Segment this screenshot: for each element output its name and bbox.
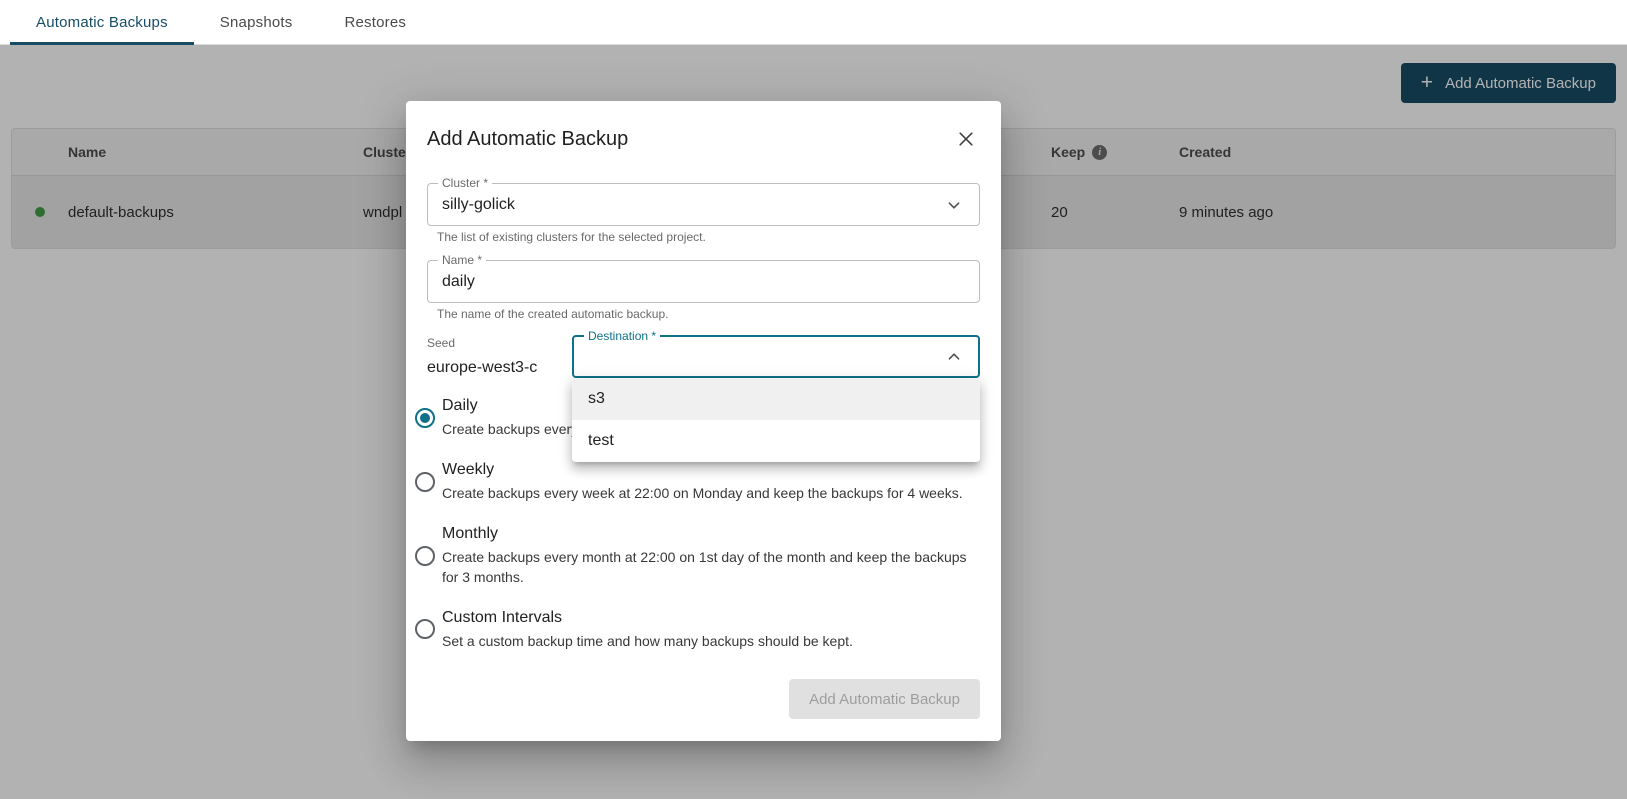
seed-value: europe-west3-c <box>427 359 572 377</box>
seed-label: Seed <box>427 336 572 350</box>
tab-snapshots[interactable]: Snapshots <box>194 0 319 44</box>
tab-label: Automatic Backups <box>36 14 168 31</box>
destination-options-menu: s3 test <box>572 378 980 462</box>
name-field[interactable]: Name * <box>427 260 980 303</box>
radio-text-block: Daily Create backups every <box>442 396 578 440</box>
name-helper-text: The name of the created automatic backup… <box>437 307 970 321</box>
radio-unselected-icon <box>415 619 435 639</box>
cluster-helper-text: The list of existing clusters for the se… <box>437 230 970 244</box>
radio-monthly-label: Monthly <box>442 524 980 544</box>
radio-weekly-label: Weekly <box>442 460 963 480</box>
radio-monthly[interactable]: Monthly Create backups every month at 22… <box>415 524 980 588</box>
tab-automatic-backups[interactable]: Automatic Backups <box>10 0 194 44</box>
tab-bar: Automatic Backups Snapshots Restores <box>0 0 1627 45</box>
destination-select-field[interactable]: Destination * <box>572 335 980 378</box>
add-automatic-backup-dialog: Add Automatic Backup Cluster * silly-gol… <box>406 101 1001 741</box>
cluster-select-field[interactable]: Cluster * silly-golick <box>427 183 980 226</box>
menu-option-s3[interactable]: s3 <box>572 378 980 420</box>
seed-destination-row: Seed europe-west3-c Destination * s3 tes… <box>427 335 980 378</box>
cluster-field-value: silly-golick <box>442 196 943 214</box>
radio-selected-icon <box>415 408 435 428</box>
tab-label: Restores <box>344 14 406 31</box>
dialog-title: Add Automatic Backup <box>427 125 628 153</box>
chevron-down-icon[interactable] <box>943 194 965 216</box>
dialog-header: Add Automatic Backup <box>427 125 980 153</box>
radio-custom-description: Set a custom backup time and how many ba… <box>442 632 853 652</box>
radio-custom-label: Custom Intervals <box>442 608 853 628</box>
chevron-up-icon[interactable] <box>943 346 965 368</box>
radio-daily-description: Create backups every <box>442 420 578 440</box>
radio-unselected-icon <box>415 472 435 492</box>
tab-label: Snapshots <box>220 14 293 31</box>
radio-daily-label: Daily <box>442 396 578 416</box>
destination-wrap: Destination * s3 test <box>572 335 980 378</box>
name-field-label: Name * <box>438 253 486 267</box>
tab-restores[interactable]: Restores <box>318 0 432 44</box>
radio-text-block: Monthly Create backups every month at 22… <box>442 524 980 588</box>
seed-block: Seed europe-west3-c <box>427 335 572 377</box>
destination-field-label: Destination * <box>584 329 660 343</box>
radio-custom-intervals[interactable]: Custom Intervals Set a custom backup tim… <box>415 608 980 652</box>
menu-option-test[interactable]: test <box>572 420 980 462</box>
radio-weekly[interactable]: Weekly Create backups every week at 22:0… <box>415 460 980 504</box>
radio-text-block: Custom Intervals Set a custom backup tim… <box>442 608 853 652</box>
dialog-footer: Add Automatic Backup <box>427 679 980 719</box>
radio-text-block: Weekly Create backups every week at 22:0… <box>442 460 963 504</box>
cluster-field-label: Cluster * <box>438 176 492 190</box>
close-icon[interactable] <box>952 125 980 153</box>
radio-unselected-icon <box>415 546 435 566</box>
radio-weekly-description: Create backups every week at 22:00 on Mo… <box>442 484 963 504</box>
radio-monthly-description: Create backups every month at 22:00 on 1… <box>442 548 980 588</box>
name-input[interactable] <box>442 273 965 291</box>
submit-add-backup-button[interactable]: Add Automatic Backup <box>789 679 980 719</box>
